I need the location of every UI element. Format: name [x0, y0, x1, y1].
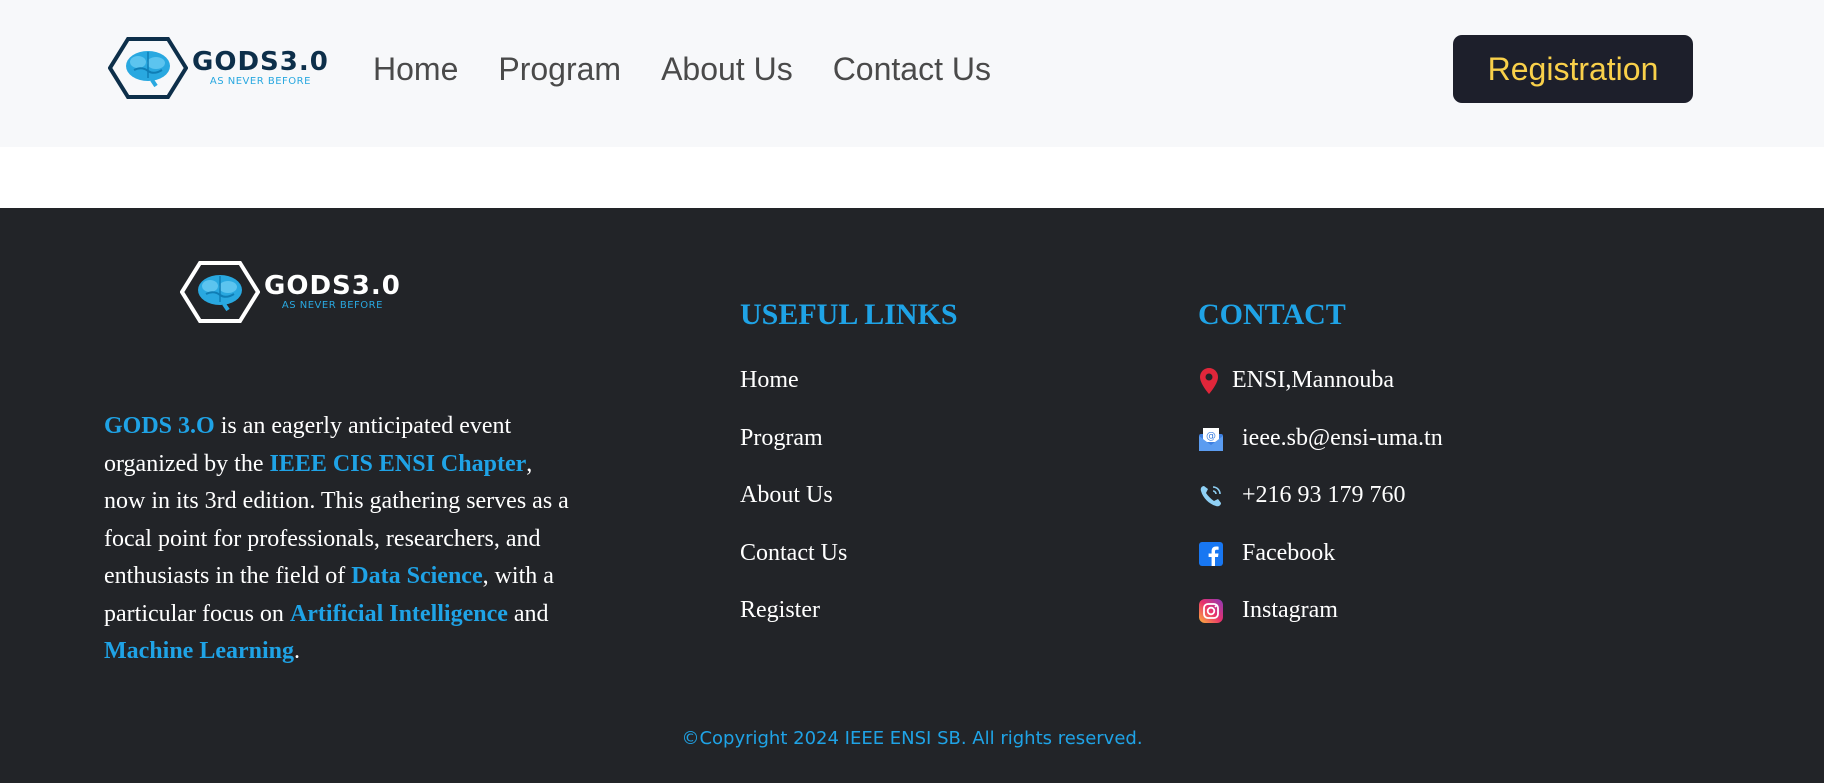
event-description: GODS 3.O is an eagerly anticipated event…	[104, 408, 574, 671]
contact-facebook[interactable]: Facebook	[1198, 539, 1443, 597]
footer-logo[interactable]: GODS3.0 AS NEVER BEFORE	[180, 260, 401, 324]
footer-link-program[interactable]: Program	[740, 424, 847, 482]
field-ml: Machine Learning	[104, 638, 294, 664]
contact-title: CONTACT	[1198, 298, 1346, 331]
nav-about-us[interactable]: About Us	[661, 48, 793, 90]
brain-logo-icon	[180, 261, 260, 323]
useful-links-list: Home Program About Us Contact Us Registe…	[740, 366, 847, 654]
useful-links-title: USEFUL LINKS	[740, 298, 958, 331]
contact-instagram[interactable]: Instagram	[1198, 596, 1443, 654]
header-logo[interactable]: GODS3.0 AS NEVER BEFORE	[108, 36, 329, 100]
instagram-icon	[1198, 598, 1224, 624]
footer-link-about-us[interactable]: About Us	[740, 481, 847, 539]
phone-icon	[1198, 483, 1224, 509]
email-icon: @	[1198, 426, 1224, 452]
main-nav: Home Program About Us Contact Us	[373, 48, 991, 90]
description-text: and	[507, 600, 549, 627]
event-name: GODS 3.O	[104, 413, 215, 439]
location-pin-icon	[1198, 368, 1220, 394]
nav-contact-us[interactable]: Contact Us	[833, 48, 991, 90]
site-header: GODS3.0 AS NEVER BEFORE Home Program Abo…	[0, 0, 1824, 147]
contact-email-text[interactable]: ieee.sb@ensi-uma.tn	[1242, 424, 1443, 452]
logo-tagline: AS NEVER BEFORE	[281, 300, 383, 311]
nav-program[interactable]: Program	[498, 48, 621, 90]
contact-facebook-text[interactable]: Facebook	[1242, 539, 1335, 567]
contact-location: ENSI,Mannouba	[1198, 366, 1443, 424]
contact-location-text: ENSI,Mannouba	[1232, 367, 1394, 393]
brain-logo-icon	[108, 37, 188, 99]
svg-text:@: @	[1206, 431, 1216, 442]
copyright-text: ©Copyright 2024 IEEE ENSI SB. All rights…	[681, 728, 1143, 749]
nav-home[interactable]: Home	[373, 48, 458, 90]
field-ai: Artificial Intelligence	[289, 600, 508, 627]
field-data-science: Data Science	[351, 563, 483, 589]
site-footer: GODS3.0 AS NEVER BEFORE GODS 3.O is an e…	[0, 208, 1824, 783]
chapter-name: IEEE CIS ENSI Chapter	[269, 450, 527, 477]
contact-phone-text[interactable]: +216 93 179 760	[1242, 481, 1406, 509]
footer-link-contact-us[interactable]: Contact Us	[740, 539, 847, 597]
description-text: .	[294, 638, 300, 664]
contact-phone[interactable]: +216 93 179 760	[1198, 481, 1443, 539]
logo-title: GODS3.0	[264, 271, 401, 301]
facebook-icon	[1198, 541, 1224, 567]
contact-email[interactable]: @ ieee.sb@ensi-uma.tn	[1198, 424, 1443, 482]
logo-tagline: AS NEVER BEFORE	[209, 76, 311, 87]
footer-link-home[interactable]: Home	[740, 366, 847, 424]
logo-title: GODS3.0	[192, 47, 329, 77]
registration-button[interactable]: Registration	[1453, 35, 1693, 103]
contact-instagram-text[interactable]: Instagram	[1242, 596, 1338, 624]
footer-link-register[interactable]: Register	[740, 596, 847, 654]
contact-list: ENSI,Mannouba @ ieee.sb@ensi-uma.tn +216…	[1198, 366, 1443, 654]
